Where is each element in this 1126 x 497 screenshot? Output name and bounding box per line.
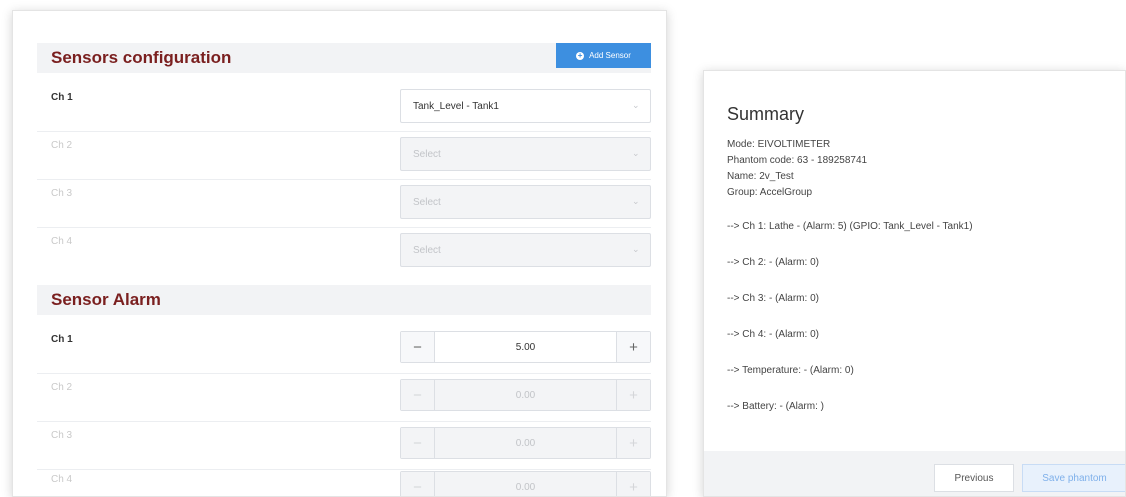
sensor-row-label: Ch 1 (51, 92, 73, 103)
alarm-row-ch2: Ch 2 − 0.00 + (37, 374, 651, 422)
sensors-config-header: Sensors configuration + Add Sensor (37, 43, 651, 73)
alarm-value-input[interactable]: 5.00 (435, 332, 616, 362)
alarm-row-label: Ch 1 (51, 334, 73, 345)
decrement-button[interactable]: − (401, 472, 435, 496)
alarm-value-input[interactable]: 0.00 (435, 472, 616, 496)
sensor-config-panel: Sensors configuration + Add Sensor Ch 1 … (12, 10, 667, 497)
chevron-down-icon: ⌄ (632, 244, 640, 254)
sensor-select-ch1[interactable]: Tank_Level - Tank1 ⌄ (400, 89, 651, 123)
alarm-stepper-ch3: − 0.00 + (400, 427, 651, 459)
increment-button[interactable]: + (616, 472, 650, 496)
alarm-value-input[interactable]: 0.00 (435, 428, 616, 458)
alarm-row-ch4: Ch 4 − 0.00 + (37, 466, 651, 496)
alarm-stepper-ch2: − 0.00 + (400, 379, 651, 411)
sensor-row-label: Ch 3 (51, 188, 73, 199)
decrement-button[interactable]: − (401, 428, 435, 458)
sensors-config-title: Sensors configuration (51, 48, 232, 67)
chevron-down-icon: ⌄ (632, 196, 640, 206)
plus-circle-icon: + (576, 50, 585, 60)
add-sensor-label: Add Sensor (589, 51, 631, 60)
summary-title: Summary (727, 104, 805, 124)
alarm-stepper-ch4: − 0.00 + (400, 471, 651, 496)
sensor-row-ch4: Ch 4 Select ⌄ (37, 228, 651, 276)
select-value: Tank_Level - Tank1 (413, 100, 499, 112)
alarm-row-ch3: Ch 3 − 0.00 + (37, 422, 651, 470)
sensor-row-label: Ch 4 (51, 236, 73, 247)
alarm-stepper-ch1: − 5.00 + (400, 331, 651, 363)
summary-temperature-line: --> Temperature: - (Alarm: 0) (727, 365, 854, 376)
summary-channel-line: --> Ch 4: - (Alarm: 0) (727, 329, 819, 340)
chevron-down-icon: ⌄ (632, 148, 640, 158)
summary-channel-line: --> Ch 1: Lathe - (Alarm: 5) (GPIO: Tank… (727, 221, 973, 232)
summary-name: Name: 2v_Test (727, 171, 794, 182)
increment-button[interactable]: + (616, 380, 650, 410)
summary-mode: Mode: EIVOLTIMETER (727, 139, 831, 150)
sensor-alarm-header: Sensor Alarm (37, 285, 651, 315)
alarm-row-label: Ch 3 (51, 430, 73, 441)
summary-battery-line: --> Battery: - (Alarm: ) (727, 401, 824, 412)
select-value: Select (413, 196, 441, 208)
alarm-row-label: Ch 2 (51, 382, 73, 393)
increment-button[interactable]: + (616, 332, 650, 362)
summary-footer: Previous Save phantom (704, 451, 1125, 496)
alarm-value-input[interactable]: 0.00 (435, 380, 616, 410)
summary-channel-line: --> Ch 2: - (Alarm: 0) (727, 257, 819, 268)
alarm-row-label: Ch 4 (51, 474, 73, 485)
select-value: Select (413, 244, 441, 256)
sensor-row-label: Ch 2 (51, 140, 73, 151)
summary-group: Group: AccelGroup (727, 187, 813, 198)
alarm-row-ch1: Ch 1 − 5.00 + (37, 326, 651, 374)
sensor-alarm-title: Sensor Alarm (51, 290, 161, 309)
sensor-select-ch2[interactable]: Select ⌄ (400, 137, 651, 171)
summary-phantom-code: Phantom code: 63 - 189258741 (727, 155, 868, 166)
increment-button[interactable]: + (616, 428, 650, 458)
decrement-button[interactable]: − (401, 332, 435, 362)
add-sensor-button[interactable]: + Add Sensor (556, 43, 651, 68)
decrement-button[interactable]: − (401, 380, 435, 410)
sensor-row-ch1: Ch 1 Tank_Level - Tank1 ⌄ (37, 84, 651, 132)
chevron-down-icon: ⌄ (632, 100, 640, 110)
select-value: Select (413, 148, 441, 160)
sensor-select-ch4[interactable]: Select ⌄ (400, 233, 651, 267)
previous-button[interactable]: Previous (934, 464, 1014, 492)
summary-channel-line: --> Ch 3: - (Alarm: 0) (727, 293, 819, 304)
save-phantom-button[interactable]: Save phantom (1022, 464, 1125, 492)
sensor-row-ch3: Ch 3 Select ⌄ (37, 180, 651, 228)
sensor-select-ch3[interactable]: Select ⌄ (400, 185, 651, 219)
summary-panel: Summary Mode: EIVOLTIMETER Phantom code:… (703, 70, 1126, 497)
sensor-row-ch2: Ch 2 Select ⌄ (37, 132, 651, 180)
